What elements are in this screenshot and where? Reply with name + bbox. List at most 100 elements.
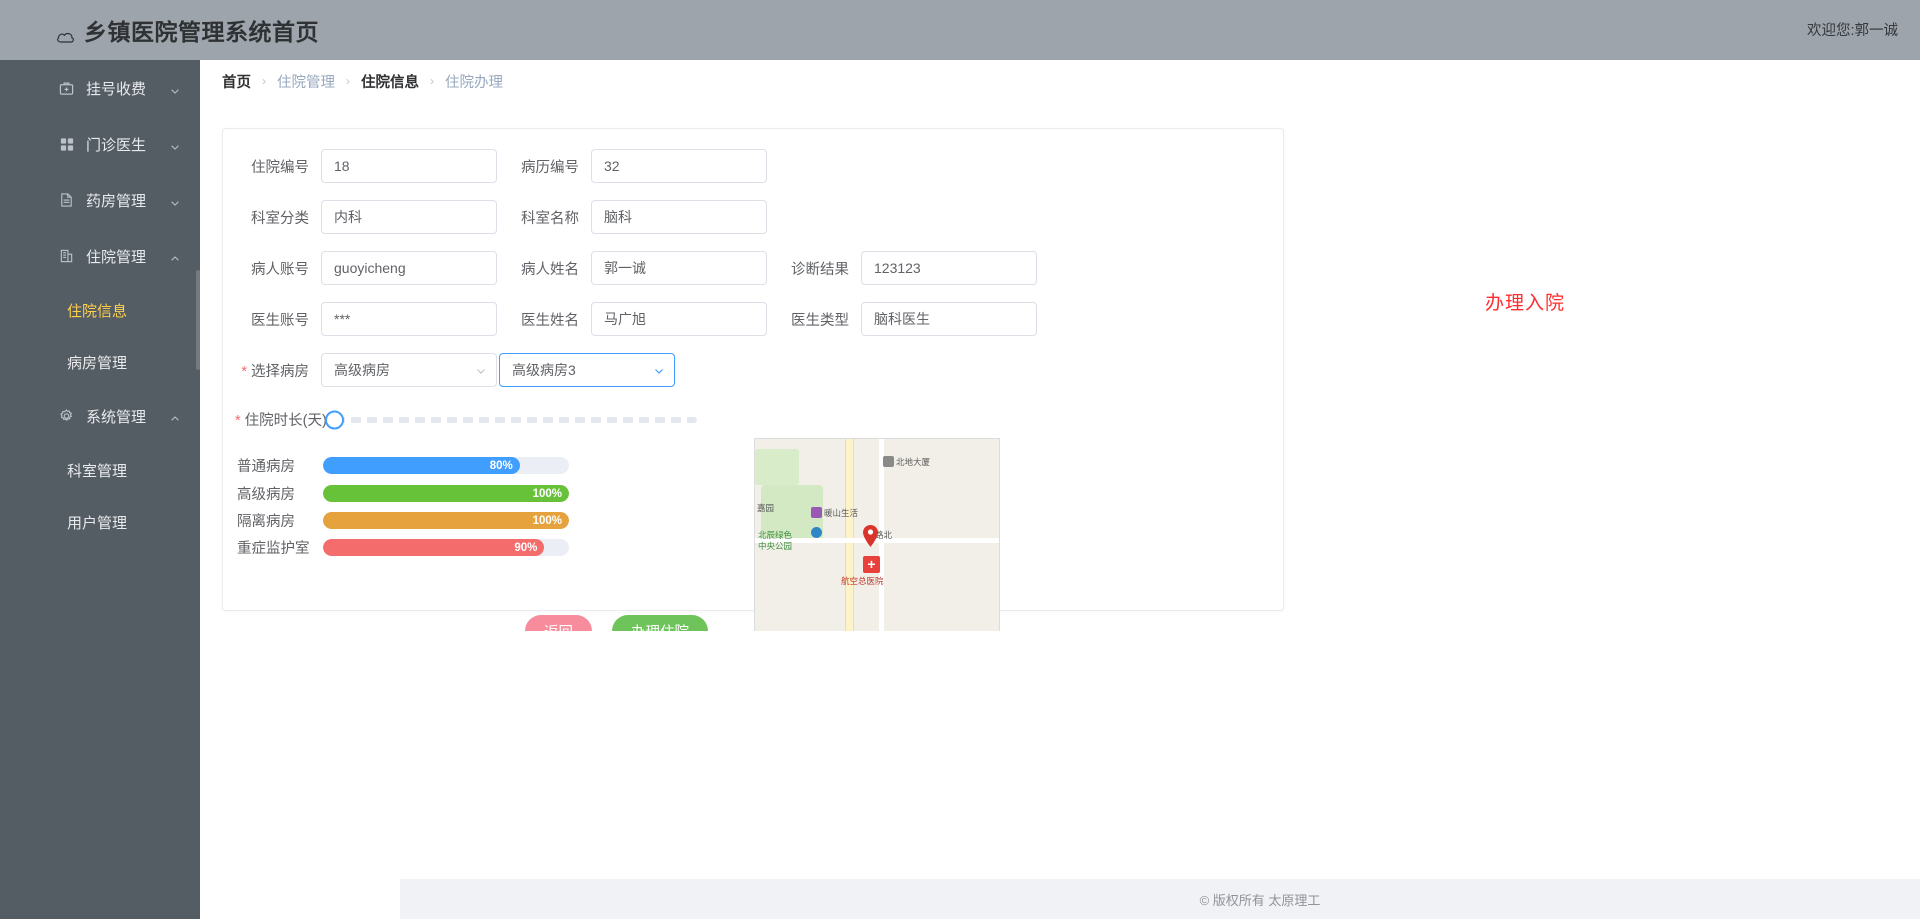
field-label: 住院时长(天) [235, 409, 321, 430]
occupancy-label: 普通病房 [237, 455, 311, 476]
sidebar-item-department-management[interactable]: 科室管理 [0, 444, 200, 496]
sidebar-item-registration[interactable]: 挂号收费 [0, 60, 200, 116]
field-group-duration: 住院时长(天) [235, 409, 697, 430]
field-label: 科室名称 [505, 207, 579, 228]
submenu-item-label: 病房管理 [67, 352, 127, 373]
top-header: 乡镇医院管理系统首页 欢迎您:郭一诚 [0, 0, 1920, 60]
sidebar-item-label: 挂号收费 [86, 78, 146, 99]
dept-name-input[interactable] [591, 200, 767, 234]
occupancy-row: 高级病房 100% [237, 483, 569, 504]
main-content: 首页 › 住院管理 › 住院信息 › 住院办理 住院编号 病历编号 科室分类 [200, 60, 1920, 919]
welcome-text: 欢迎您:郭一诚 [1807, 19, 1898, 40]
submenu-item-label: 科室管理 [67, 460, 127, 481]
app-root: 乡镇医院管理系统首页 欢迎您:郭一诚 挂号收费 [0, 0, 1920, 919]
shop-icon [811, 507, 822, 518]
field-label: 诊断结果 [775, 258, 849, 279]
field-label: 医生类型 [775, 309, 849, 330]
occupancy-progress-fill: 100% [323, 512, 569, 529]
app-title: 乡镇医院管理系统首页 [84, 13, 319, 47]
doctor-account-input[interactable] [321, 302, 497, 336]
submenu-item-label: 用户管理 [67, 512, 127, 533]
occupancy-label: 高级病房 [237, 483, 311, 504]
label-icon [883, 456, 894, 467]
field-group-record-no: 病历编号 [505, 149, 767, 183]
field-group-dept-category: 科室分类 [235, 200, 497, 234]
ward-room-select[interactable]: 高级病房3 [499, 353, 675, 387]
circle-marker-icon [811, 527, 822, 538]
inpatient-form-panel: 住院编号 病历编号 科室分类 科室名称 病人账号 病人姓名 [222, 128, 1284, 611]
field-group-doctor-type: 医生类型 [775, 302, 1037, 336]
occupancy-progress-fill: 80% [323, 457, 520, 474]
field-label: 医生姓名 [505, 309, 579, 330]
field-label: 科室分类 [235, 207, 309, 228]
map-poi-label: 嘉园 [757, 502, 774, 514]
sidebar-item-outpatient[interactable]: 门诊医生 [0, 116, 200, 172]
patient-account-input[interactable] [321, 251, 497, 285]
sidebar-item-label: 药房管理 [86, 190, 146, 211]
hospital-cross-icon: + [863, 556, 880, 573]
field-group-doctor-account: 医生账号 [235, 302, 497, 336]
occupancy-row: 普通病房 80% [237, 455, 569, 476]
chevron-down-icon [170, 195, 180, 205]
ward-type-select[interactable]: 高级病房 [321, 353, 497, 387]
field-group-diagnosis: 诊断结果 [775, 251, 1037, 285]
breadcrumb-item-inpatient[interactable]: 住院管理 [277, 71, 335, 92]
breadcrumb-item-inpatient-info[interactable]: 住院信息 [361, 71, 419, 92]
ward-type-value: 高级病房 [334, 360, 390, 380]
breadcrumb-item-home[interactable]: 首页 [222, 71, 251, 92]
sidebar-item-inpatient[interactable]: 住院管理 [0, 228, 200, 284]
occupancy-progress: 80% [323, 457, 569, 474]
breadcrumb-separator: › [346, 74, 350, 88]
map-poi-label: 航空总医院 [841, 575, 884, 587]
annotation-text: 办理入院 [1485, 288, 1565, 315]
sidebar-item-label: 系统管理 [86, 406, 146, 427]
inpatient-no-input[interactable] [321, 149, 497, 183]
doctor-type-input[interactable] [861, 302, 1037, 336]
chevron-up-icon [170, 251, 180, 261]
sidebar-item-label: 门诊医生 [86, 134, 146, 155]
document-icon [59, 193, 74, 208]
doctor-name-input[interactable] [591, 302, 767, 336]
duration-slider-handle[interactable] [325, 410, 344, 429]
submenu-item-label: 住院信息 [67, 300, 127, 321]
occupancy-percent: 90% [514, 542, 537, 554]
briefcase-medical-icon [59, 81, 74, 96]
occupancy-row: 隔离病房 100% [237, 510, 569, 531]
field-label: 医生账号 [235, 309, 309, 330]
field-group-patient-account: 病人账号 [235, 251, 497, 285]
grid-icon [59, 137, 74, 152]
occupancy-label: 隔离病房 [237, 510, 311, 531]
occupancy-progress-fill: 100% [323, 485, 569, 502]
sidebar-item-ward-management[interactable]: 病房管理 [0, 336, 200, 388]
chevron-down-icon [475, 364, 487, 376]
breadcrumb-item-current: 住院办理 [445, 71, 503, 92]
field-group-dept-name: 科室名称 [505, 200, 767, 234]
ward-room-value: 高级病房3 [512, 360, 576, 380]
field-label: 住院编号 [235, 156, 309, 177]
map-location-pin-icon [863, 525, 878, 547]
breadcrumb-separator: › [262, 74, 266, 88]
chevron-up-icon [170, 411, 180, 421]
sidebar-item-user-management[interactable]: 用户管理 [0, 496, 200, 548]
field-group-patient-name: 病人姓名 [505, 251, 767, 285]
sidebar-item-pharmacy[interactable]: 药房管理 [0, 172, 200, 228]
patient-name-input[interactable] [591, 251, 767, 285]
sidebar-item-system[interactable]: 系统管理 [0, 388, 200, 444]
occupancy-progress: 100% [323, 485, 569, 502]
dept-category-input[interactable] [321, 200, 497, 234]
chevron-down-icon [170, 139, 180, 149]
occupancy-progress: 100% [323, 512, 569, 529]
sidebar-item-label: 住院管理 [86, 246, 146, 267]
chevron-down-icon [653, 364, 665, 376]
diagnosis-input[interactable] [861, 251, 1037, 285]
duration-slider-track[interactable] [335, 417, 697, 423]
record-no-input[interactable] [591, 149, 767, 183]
field-group-doctor-name: 医生姓名 [505, 302, 767, 336]
app-brand: 乡镇医院管理系统首页 [56, 13, 319, 47]
occupancy-percent: 100% [533, 515, 562, 527]
occupancy-label: 重症监护室 [237, 537, 311, 558]
sidebar-item-inpatient-info[interactable]: 住院信息 [0, 284, 200, 336]
building-icon [59, 249, 74, 264]
map-poi-marker [811, 527, 824, 538]
occupancy-percent: 100% [533, 488, 562, 500]
